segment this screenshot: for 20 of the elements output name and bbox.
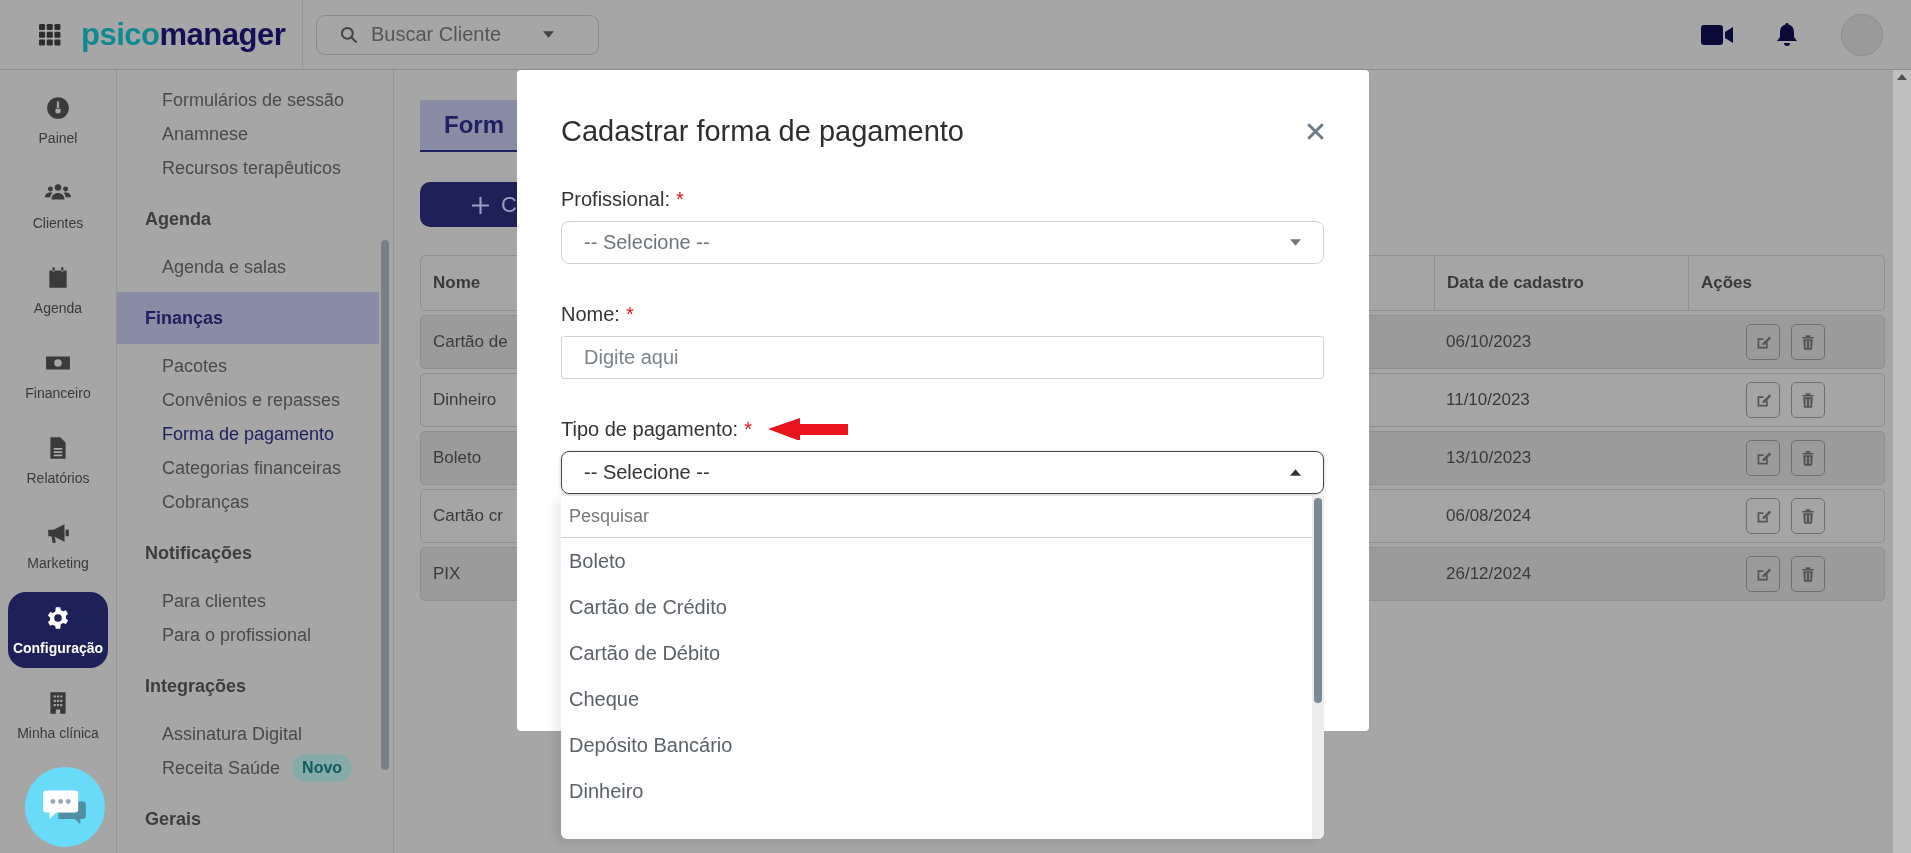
required-mark: * [675,187,684,211]
table-cell: Boleto [433,448,482,468]
table-cell: 11/10/2023 [1446,390,1530,410]
table-cell: 26/12/2024 [1446,564,1532,584]
field-label: Tipo de pagamento: [561,417,739,441]
table-cell: Dinheiro [433,390,497,410]
column-header: Ações [1688,256,1884,310]
new-badge: Novo [292,754,353,782]
column-header: Data de cadastro [1434,256,1688,310]
field-label: Profissional: [561,187,670,211]
table-cell: 13/10/2023 [1446,448,1532,468]
column-header: Nome [433,273,481,293]
field-label: Nome: [561,302,620,326]
required-mark: * [744,417,752,441]
table-cell: Cartão cr [433,506,503,526]
table-cell: 06/10/2023 [1446,332,1532,352]
table-cell: PIX [433,564,461,584]
table-cell: Cartão de [433,332,508,352]
required-mark: * [625,302,634,326]
table-cell: 06/08/2024 [1446,506,1532,526]
